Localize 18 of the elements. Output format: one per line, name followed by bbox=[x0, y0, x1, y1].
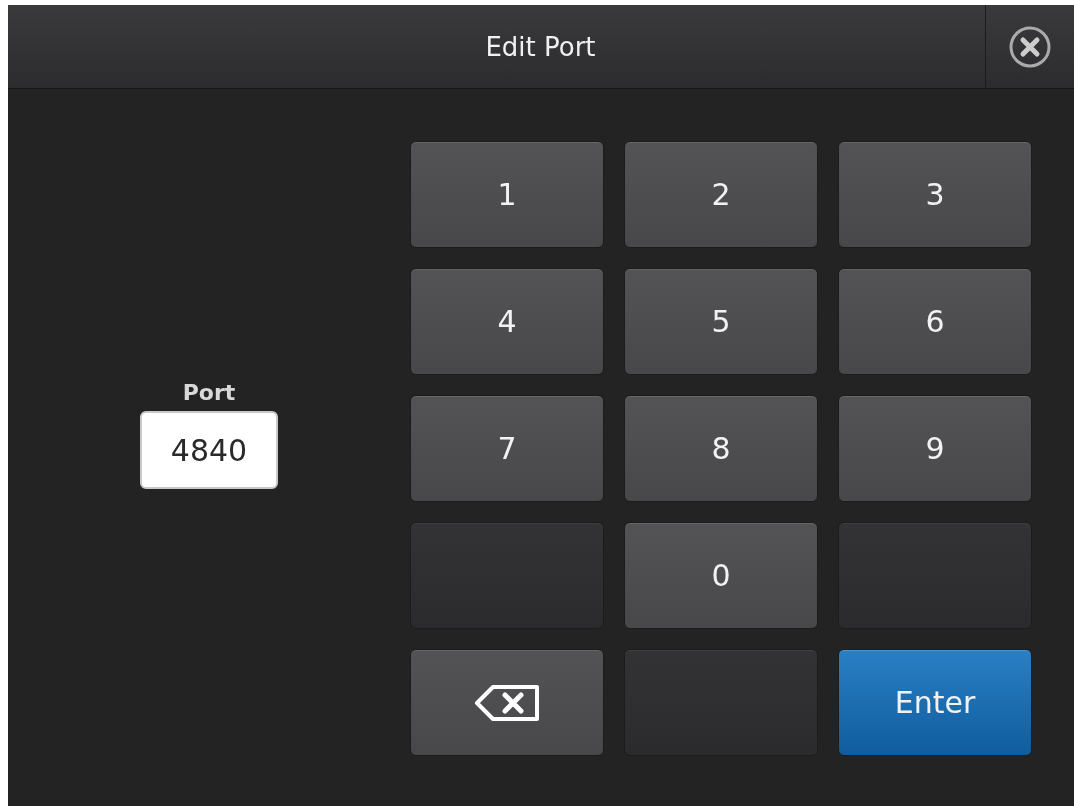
enter-button[interactable]: Enter bbox=[838, 649, 1032, 756]
digit-key[interactable]: 7 bbox=[410, 395, 604, 502]
backspace-button[interactable] bbox=[410, 649, 604, 756]
close-icon bbox=[1008, 24, 1052, 69]
digit-key[interactable]: 8 bbox=[624, 395, 818, 502]
field-label: Port bbox=[182, 380, 236, 405]
digit-key[interactable]: 5 bbox=[624, 268, 818, 375]
digit-key[interactable]: 6 bbox=[838, 268, 1032, 375]
backspace-icon bbox=[473, 682, 541, 723]
port-field[interactable]: 4840 bbox=[140, 411, 278, 489]
digit-key[interactable]: 0 bbox=[624, 522, 818, 629]
digit-key[interactable]: 4 bbox=[410, 268, 604, 375]
window-title: Edit Port bbox=[485, 31, 596, 62]
close-button[interactable] bbox=[1008, 24, 1052, 69]
digit-key[interactable]: 2 bbox=[624, 141, 818, 248]
digit-key[interactable]: 3 bbox=[838, 141, 1032, 248]
digit-key[interactable]: 1 bbox=[410, 141, 604, 248]
digit-key[interactable]: 9 bbox=[838, 395, 1032, 502]
